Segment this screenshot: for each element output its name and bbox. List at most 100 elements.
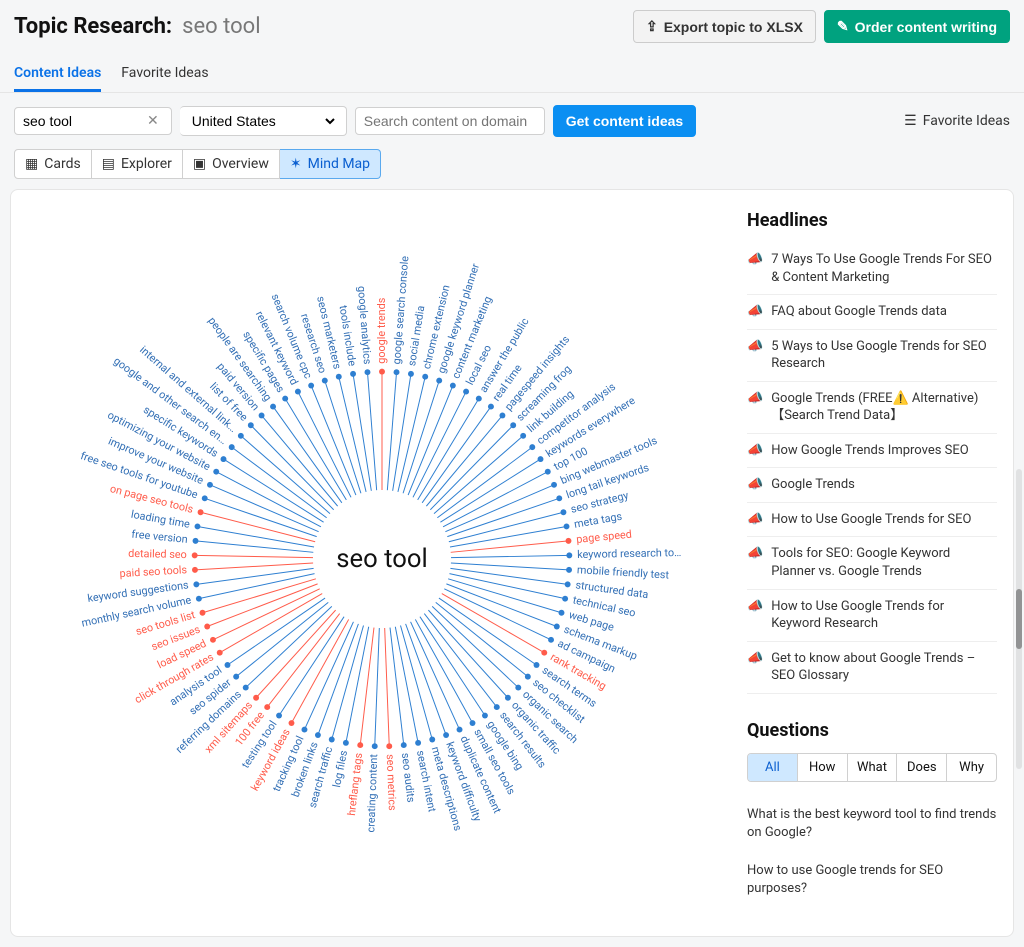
spoke-label[interactable]: mobile friendly test xyxy=(577,563,670,581)
page-scrollbar[interactable] xyxy=(1016,469,1022,769)
spoke-dot xyxy=(225,662,231,668)
spoke-line xyxy=(339,377,366,492)
spoke-line xyxy=(203,579,316,613)
spoke-label[interactable]: page speed xyxy=(576,528,633,546)
spoke-line xyxy=(195,563,313,570)
spoke-line xyxy=(448,579,561,613)
headline-item[interactable]: 📣Google Trends xyxy=(747,468,997,503)
question-tabs: AllHowWhatDoesWhy xyxy=(747,753,997,782)
spoke-dot xyxy=(541,650,547,656)
spoke-line xyxy=(443,472,548,527)
question-tab-does[interactable]: Does xyxy=(897,754,947,781)
spoke-label[interactable]: google trends xyxy=(375,297,388,364)
favorite-ideas-link[interactable]: ☰ Favorite Ideas xyxy=(904,113,1010,129)
spoke-line xyxy=(390,628,404,746)
megaphone-icon: 📣 xyxy=(747,598,763,633)
spoke-label[interactable]: paid seo tools xyxy=(119,563,188,580)
spoke-dot xyxy=(482,713,488,719)
spoke-dot xyxy=(515,685,521,691)
headline-item[interactable]: 📣Get to know about Google Trends – SEO G… xyxy=(747,642,997,694)
view-overview-label: Overview xyxy=(212,156,269,172)
headline-text: FAQ about Google Trends data xyxy=(771,303,947,321)
spoke-line xyxy=(422,407,491,503)
tab-content-ideas[interactable]: Content Ideas xyxy=(14,57,101,92)
get-content-ideas-button[interactable]: Get content ideas xyxy=(553,105,696,137)
query-input[interactable] xyxy=(23,113,143,129)
spoke-dot xyxy=(229,444,235,450)
spoke-dot xyxy=(357,742,363,748)
spoke-label[interactable]: detailed seo xyxy=(128,547,187,561)
spoke-dot xyxy=(548,637,554,643)
spoke-dot xyxy=(192,567,198,573)
question-item[interactable]: How to use Google trends for SEO purpose… xyxy=(747,852,997,908)
spoke-dot xyxy=(463,389,469,395)
tab-favorite-ideas[interactable]: Favorite Ideas xyxy=(121,57,208,92)
spoke-dot xyxy=(322,378,328,384)
spoke-label[interactable]: free version xyxy=(131,528,188,546)
spoke-dot xyxy=(365,369,371,375)
spoke-dot xyxy=(329,737,335,743)
headline-text: Tools for SEO: Google Keyword Planner vs… xyxy=(771,545,997,580)
domain-input[interactable] xyxy=(364,113,536,129)
headline-item[interactable]: 📣How to Use Google Trends for SEO xyxy=(747,503,997,538)
view-overview[interactable]: ▣ Overview xyxy=(183,149,280,179)
spoke-dot xyxy=(195,524,201,530)
questions-title: Questions xyxy=(747,720,997,741)
spoke-line xyxy=(232,447,327,518)
question-tab-what[interactable]: What xyxy=(848,754,898,781)
mindmap-area[interactable]: seo tool google trendsgoogle search cons… xyxy=(27,202,737,916)
spoke-dot xyxy=(529,444,535,450)
spoke-dot xyxy=(562,596,568,602)
headline-item[interactable]: 📣How to Use Google Trends for Keyword Re… xyxy=(747,590,997,642)
spoke-dot xyxy=(207,482,213,488)
spoke-dot xyxy=(233,674,239,680)
query-input-wrap: ✕ xyxy=(14,107,172,135)
spoke-line xyxy=(304,622,353,730)
overview-icon: ▣ xyxy=(193,156,206,172)
question-tab-why[interactable]: Why xyxy=(947,754,996,781)
headline-item[interactable]: 📣7 Ways To Use Google Trends For SEO & C… xyxy=(747,243,997,295)
headline-item[interactable]: 📣How Google Trends Improves SEO xyxy=(747,434,997,469)
question-tab-how[interactable]: How xyxy=(798,754,848,781)
spoke-dot xyxy=(545,469,551,475)
spoke-line xyxy=(415,619,472,723)
question-tab-all[interactable]: All xyxy=(748,754,798,781)
spoke-line xyxy=(451,555,569,557)
spoke-dot xyxy=(564,524,570,530)
view-cards[interactable]: ▦ Cards xyxy=(14,149,92,179)
spoke-line xyxy=(196,568,313,584)
spoke-dot xyxy=(213,469,219,475)
headline-item[interactable]: 📣5 Ways to Use Google Trends for SEO Res… xyxy=(747,330,997,382)
main-panel: seo tool google trendsgoogle search cons… xyxy=(10,189,1014,937)
spoke-line xyxy=(196,541,314,552)
export-xlsx-button[interactable]: ⇪ Export topic to XLSX xyxy=(633,10,816,43)
spoke-dot xyxy=(415,740,421,746)
view-explorer[interactable]: ▤ Explorer xyxy=(92,149,183,179)
spoke-dot xyxy=(379,369,385,375)
country-select[interactable]: United States xyxy=(188,112,338,130)
scrollbar-thumb[interactable] xyxy=(1016,589,1022,649)
spoke-label[interactable]: seo metrics xyxy=(384,754,399,811)
spoke-dot xyxy=(192,552,198,558)
spoke-line xyxy=(428,610,508,698)
view-cards-label: Cards xyxy=(44,156,80,172)
order-content-label: Order content writing xyxy=(855,19,997,35)
page-title-query: seo tool xyxy=(182,14,260,39)
clear-query-icon[interactable]: ✕ xyxy=(143,113,163,129)
headline-item[interactable]: 📣Tools for SEO: Google Keyword Planner v… xyxy=(747,537,997,589)
headline-item[interactable]: 📣Google Trends (FREE⚠️ Alternative)【Sear… xyxy=(747,382,997,434)
question-item[interactable]: What is the best keyword tool to find tr… xyxy=(747,796,997,852)
mindmap-icon: ✶ xyxy=(290,156,302,172)
list-icon: ☰ xyxy=(904,113,917,129)
spoke-line xyxy=(449,574,565,599)
megaphone-icon: 📣 xyxy=(747,511,763,529)
spoke-label[interactable]: creating content xyxy=(364,753,380,832)
order-content-button[interactable]: ✎ Order content writing xyxy=(824,10,1010,43)
headline-item[interactable]: 📣FAQ about Google Trends data xyxy=(747,295,997,330)
spoke-label[interactable]: seo audits xyxy=(399,752,418,804)
spoke-dot xyxy=(221,456,227,462)
spoke-label[interactable]: keyword research to… xyxy=(577,546,681,561)
view-mindmap[interactable]: ✶ Mind Map xyxy=(280,149,381,179)
spoke-dot xyxy=(534,662,540,668)
spoke-line xyxy=(195,555,313,557)
